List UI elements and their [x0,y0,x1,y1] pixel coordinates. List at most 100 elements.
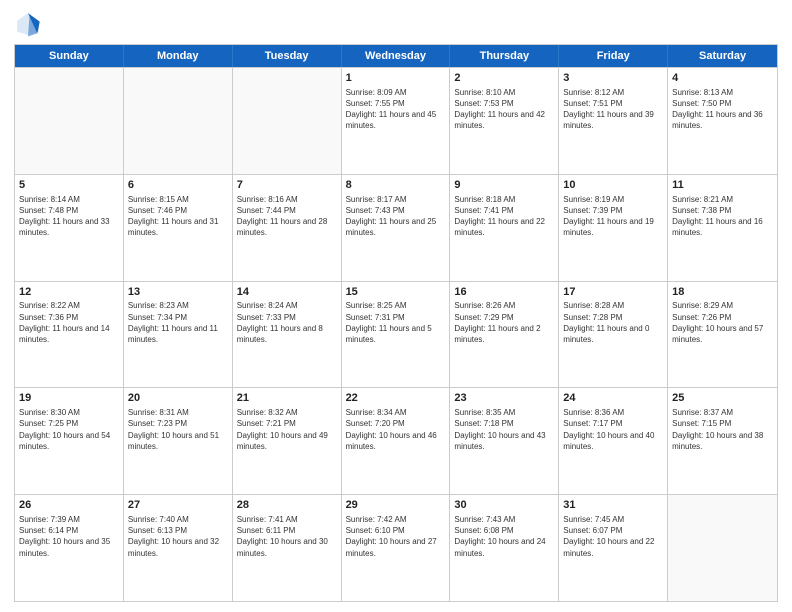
calendar-cell: 24Sunrise: 8:36 AM Sunset: 7:17 PM Dayli… [559,388,668,494]
cell-info: Sunrise: 7:40 AM Sunset: 6:13 PM Dayligh… [128,514,228,559]
calendar-cell: 5Sunrise: 8:14 AM Sunset: 7:48 PM Daylig… [15,175,124,281]
day-number: 15 [346,285,446,300]
day-number: 31 [563,498,663,513]
calendar-cell: 27Sunrise: 7:40 AM Sunset: 6:13 PM Dayli… [124,495,233,601]
calendar-row: 12Sunrise: 8:22 AM Sunset: 7:36 PM Dayli… [15,281,777,388]
calendar-cell: 2Sunrise: 8:10 AM Sunset: 7:53 PM Daylig… [450,68,559,174]
cell-info: Sunrise: 8:22 AM Sunset: 7:36 PM Dayligh… [19,300,119,345]
day-number: 19 [19,391,119,406]
calendar-cell: 12Sunrise: 8:22 AM Sunset: 7:36 PM Dayli… [15,282,124,388]
calendar-cell: 3Sunrise: 8:12 AM Sunset: 7:51 PM Daylig… [559,68,668,174]
calendar-cell: 9Sunrise: 8:18 AM Sunset: 7:41 PM Daylig… [450,175,559,281]
calendar-cell: 22Sunrise: 8:34 AM Sunset: 7:20 PM Dayli… [342,388,451,494]
cell-info: Sunrise: 8:34 AM Sunset: 7:20 PM Dayligh… [346,407,446,452]
day-number: 18 [672,285,773,300]
weekday-header: Monday [124,45,233,67]
day-number: 25 [672,391,773,406]
calendar-cell [15,68,124,174]
day-number: 12 [19,285,119,300]
calendar-body: 1Sunrise: 8:09 AM Sunset: 7:55 PM Daylig… [15,67,777,601]
calendar-cell: 17Sunrise: 8:28 AM Sunset: 7:28 PM Dayli… [559,282,668,388]
day-number: 20 [128,391,228,406]
calendar-cell: 30Sunrise: 7:43 AM Sunset: 6:08 PM Dayli… [450,495,559,601]
cell-info: Sunrise: 8:19 AM Sunset: 7:39 PM Dayligh… [563,194,663,239]
weekday-header: Friday [559,45,668,67]
day-number: 11 [672,178,773,193]
day-number: 16 [454,285,554,300]
calendar-cell: 4Sunrise: 8:13 AM Sunset: 7:50 PM Daylig… [668,68,777,174]
cell-info: Sunrise: 8:13 AM Sunset: 7:50 PM Dayligh… [672,87,773,132]
weekday-header: Wednesday [342,45,451,67]
cell-info: Sunrise: 8:29 AM Sunset: 7:26 PM Dayligh… [672,300,773,345]
day-number: 6 [128,178,228,193]
page: SundayMondayTuesdayWednesdayThursdayFrid… [0,0,792,612]
cell-info: Sunrise: 8:24 AM Sunset: 7:33 PM Dayligh… [237,300,337,345]
cell-info: Sunrise: 8:32 AM Sunset: 7:21 PM Dayligh… [237,407,337,452]
weekday-header: Thursday [450,45,559,67]
cell-info: Sunrise: 8:28 AM Sunset: 7:28 PM Dayligh… [563,300,663,345]
day-number: 26 [19,498,119,513]
day-number: 9 [454,178,554,193]
calendar-cell: 1Sunrise: 8:09 AM Sunset: 7:55 PM Daylig… [342,68,451,174]
cell-info: Sunrise: 8:26 AM Sunset: 7:29 PM Dayligh… [454,300,554,345]
day-number: 3 [563,71,663,86]
day-number: 24 [563,391,663,406]
day-number: 21 [237,391,337,406]
cell-info: Sunrise: 8:14 AM Sunset: 7:48 PM Dayligh… [19,194,119,239]
calendar-cell: 7Sunrise: 8:16 AM Sunset: 7:44 PM Daylig… [233,175,342,281]
calendar-cell: 11Sunrise: 8:21 AM Sunset: 7:38 PM Dayli… [668,175,777,281]
calendar-cell: 16Sunrise: 8:26 AM Sunset: 7:29 PM Dayli… [450,282,559,388]
cell-info: Sunrise: 7:42 AM Sunset: 6:10 PM Dayligh… [346,514,446,559]
header [14,10,778,38]
day-number: 8 [346,178,446,193]
calendar-cell: 23Sunrise: 8:35 AM Sunset: 7:18 PM Dayli… [450,388,559,494]
calendar-cell: 10Sunrise: 8:19 AM Sunset: 7:39 PM Dayli… [559,175,668,281]
calendar-cell: 29Sunrise: 7:42 AM Sunset: 6:10 PM Dayli… [342,495,451,601]
calendar-row: 5Sunrise: 8:14 AM Sunset: 7:48 PM Daylig… [15,174,777,281]
cell-info: Sunrise: 8:35 AM Sunset: 7:18 PM Dayligh… [454,407,554,452]
cell-info: Sunrise: 8:25 AM Sunset: 7:31 PM Dayligh… [346,300,446,345]
cell-info: Sunrise: 8:30 AM Sunset: 7:25 PM Dayligh… [19,407,119,452]
day-number: 17 [563,285,663,300]
cell-info: Sunrise: 8:16 AM Sunset: 7:44 PM Dayligh… [237,194,337,239]
calendar-cell: 8Sunrise: 8:17 AM Sunset: 7:43 PM Daylig… [342,175,451,281]
cell-info: Sunrise: 7:39 AM Sunset: 6:14 PM Dayligh… [19,514,119,559]
calendar-cell: 6Sunrise: 8:15 AM Sunset: 7:46 PM Daylig… [124,175,233,281]
weekday-header: Sunday [15,45,124,67]
cell-info: Sunrise: 8:36 AM Sunset: 7:17 PM Dayligh… [563,407,663,452]
cell-info: Sunrise: 8:23 AM Sunset: 7:34 PM Dayligh… [128,300,228,345]
calendar-cell: 19Sunrise: 8:30 AM Sunset: 7:25 PM Dayli… [15,388,124,494]
cell-info: Sunrise: 7:45 AM Sunset: 6:07 PM Dayligh… [563,514,663,559]
calendar-cell: 26Sunrise: 7:39 AM Sunset: 6:14 PM Dayli… [15,495,124,601]
day-number: 2 [454,71,554,86]
cell-info: Sunrise: 8:09 AM Sunset: 7:55 PM Dayligh… [346,87,446,132]
calendar-cell: 28Sunrise: 7:41 AM Sunset: 6:11 PM Dayli… [233,495,342,601]
calendar-cell [233,68,342,174]
calendar-cell: 13Sunrise: 8:23 AM Sunset: 7:34 PM Dayli… [124,282,233,388]
day-number: 5 [19,178,119,193]
logo [14,10,46,38]
calendar-cell: 14Sunrise: 8:24 AM Sunset: 7:33 PM Dayli… [233,282,342,388]
calendar-row: 1Sunrise: 8:09 AM Sunset: 7:55 PM Daylig… [15,67,777,174]
cell-info: Sunrise: 8:12 AM Sunset: 7:51 PM Dayligh… [563,87,663,132]
day-number: 30 [454,498,554,513]
cell-info: Sunrise: 8:10 AM Sunset: 7:53 PM Dayligh… [454,87,554,132]
day-number: 27 [128,498,228,513]
calendar-row: 26Sunrise: 7:39 AM Sunset: 6:14 PM Dayli… [15,494,777,601]
calendar-row: 19Sunrise: 8:30 AM Sunset: 7:25 PM Dayli… [15,387,777,494]
cell-info: Sunrise: 8:18 AM Sunset: 7:41 PM Dayligh… [454,194,554,239]
cell-info: Sunrise: 7:41 AM Sunset: 6:11 PM Dayligh… [237,514,337,559]
cell-info: Sunrise: 8:31 AM Sunset: 7:23 PM Dayligh… [128,407,228,452]
calendar-cell: 18Sunrise: 8:29 AM Sunset: 7:26 PM Dayli… [668,282,777,388]
calendar-cell: 20Sunrise: 8:31 AM Sunset: 7:23 PM Dayli… [124,388,233,494]
day-number: 10 [563,178,663,193]
day-number: 7 [237,178,337,193]
cell-info: Sunrise: 8:15 AM Sunset: 7:46 PM Dayligh… [128,194,228,239]
day-number: 22 [346,391,446,406]
calendar-cell: 25Sunrise: 8:37 AM Sunset: 7:15 PM Dayli… [668,388,777,494]
calendar-cell: 31Sunrise: 7:45 AM Sunset: 6:07 PM Dayli… [559,495,668,601]
logo-icon [14,10,42,38]
calendar-cell: 15Sunrise: 8:25 AM Sunset: 7:31 PM Dayli… [342,282,451,388]
calendar: SundayMondayTuesdayWednesdayThursdayFrid… [14,44,778,602]
day-number: 28 [237,498,337,513]
